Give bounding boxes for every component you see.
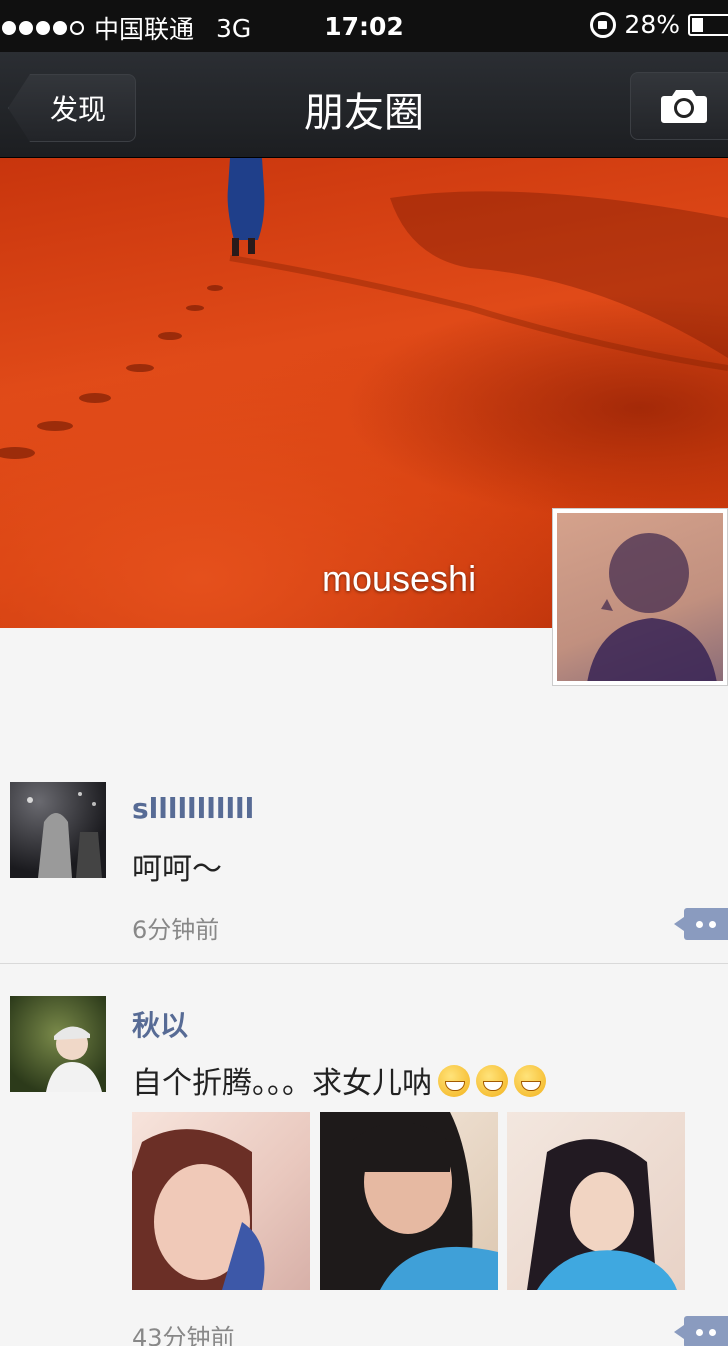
battery-percent: 28%: [624, 10, 680, 39]
rotation-lock-icon: [590, 11, 617, 38]
battery-icon: [688, 13, 728, 36]
post-timestamp: 6分钟前: [132, 916, 220, 944]
grin-emoji-icon: [514, 1065, 546, 1097]
post-author[interactable]: slllllllllll: [132, 792, 254, 825]
cover-username: mouseshi: [322, 558, 477, 599]
post-timestamp: 43分钟前: [132, 1324, 235, 1346]
page-title: 朋友圈: [304, 90, 424, 136]
comment-button[interactable]: [674, 908, 728, 940]
post-text: 自个折腾。。。求女儿呐: [132, 1058, 546, 1102]
post-text: 呵呵～: [132, 852, 222, 887]
profile-avatar[interactable]: [552, 508, 728, 686]
silhouette-image: [587, 533, 717, 681]
camera-icon: [661, 90, 707, 123]
grin-emoji-icon: [476, 1065, 508, 1097]
post-photo[interactable]: [132, 1112, 310, 1290]
post-author[interactable]: 秋以: [132, 1004, 188, 1044]
navigation-bar: 发现 朋友圈: [0, 52, 728, 158]
post-text-content: 自个折腾。。。求女儿呐: [132, 1066, 432, 1101]
avatar[interactable]: [10, 996, 106, 1092]
comment-button[interactable]: [674, 1316, 728, 1346]
avatar[interactable]: [10, 782, 106, 878]
post-photo[interactable]: [507, 1112, 685, 1290]
camera-button[interactable]: [630, 72, 728, 140]
divider: [0, 963, 728, 964]
grin-emoji-icon: [438, 1065, 470, 1097]
status-bar: 中国联通 3G 17:02 28%: [0, 0, 728, 52]
post-photo[interactable]: [320, 1112, 498, 1290]
walker-figure: [227, 158, 265, 256]
